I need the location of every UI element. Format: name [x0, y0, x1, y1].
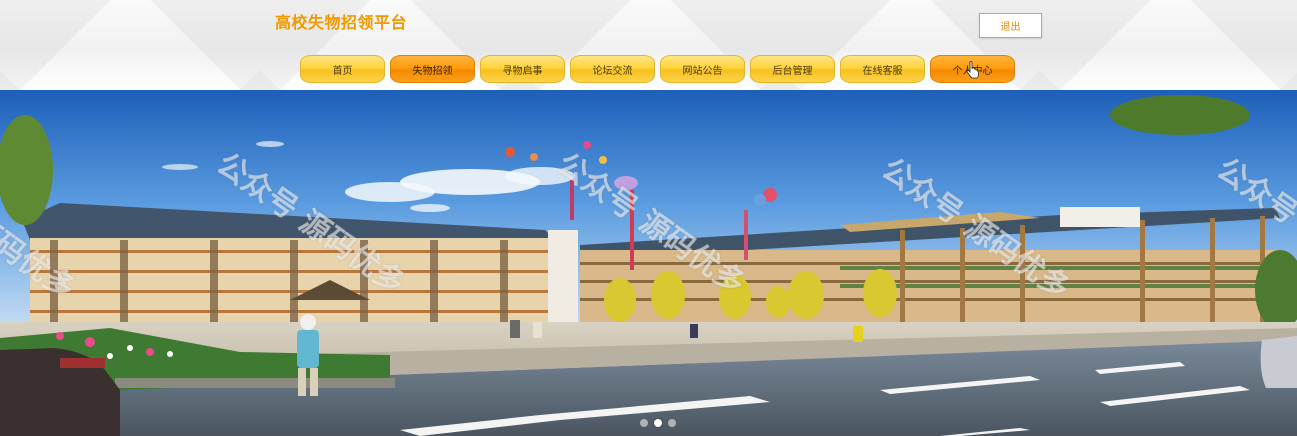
nav-item-admin[interactable]: 后台管理	[750, 55, 835, 83]
site-header: 高校失物招领平台 退出 首页 失物招领 寻物启事 论坛交流 网站公告 后台管理 …	[0, 0, 1297, 90]
site-title: 高校失物招领平台	[275, 13, 408, 32]
carousel-indicators	[640, 419, 676, 427]
main-nav: 首页 失物招领 寻物启事 论坛交流 网站公告 后台管理 在线客服 个人中心	[300, 55, 1015, 83]
campus-banner-image	[0, 90, 1297, 436]
nav-item-lost-and-found[interactable]: 失物招领	[390, 55, 475, 83]
carousel-dot-1[interactable]	[640, 419, 648, 427]
nav-item-home[interactable]: 首页	[300, 55, 385, 83]
nav-item-announcements[interactable]: 网站公告	[660, 55, 745, 83]
carousel-dot-2[interactable]	[654, 419, 662, 427]
carousel-dot-3[interactable]	[668, 419, 676, 427]
nav-item-lost-notice[interactable]: 寻物启事	[480, 55, 565, 83]
logout-button[interactable]: 退出	[979, 13, 1042, 38]
nav-item-forum[interactable]: 论坛交流	[570, 55, 655, 83]
hand-cursor-icon	[966, 61, 979, 79]
banner-carousel[interactable]: 公众号 源码优多 公众号 源码优多 公众号 源码优多 公众号 源码优多 公众号 …	[0, 90, 1297, 436]
nav-item-customer-service[interactable]: 在线客服	[840, 55, 925, 83]
